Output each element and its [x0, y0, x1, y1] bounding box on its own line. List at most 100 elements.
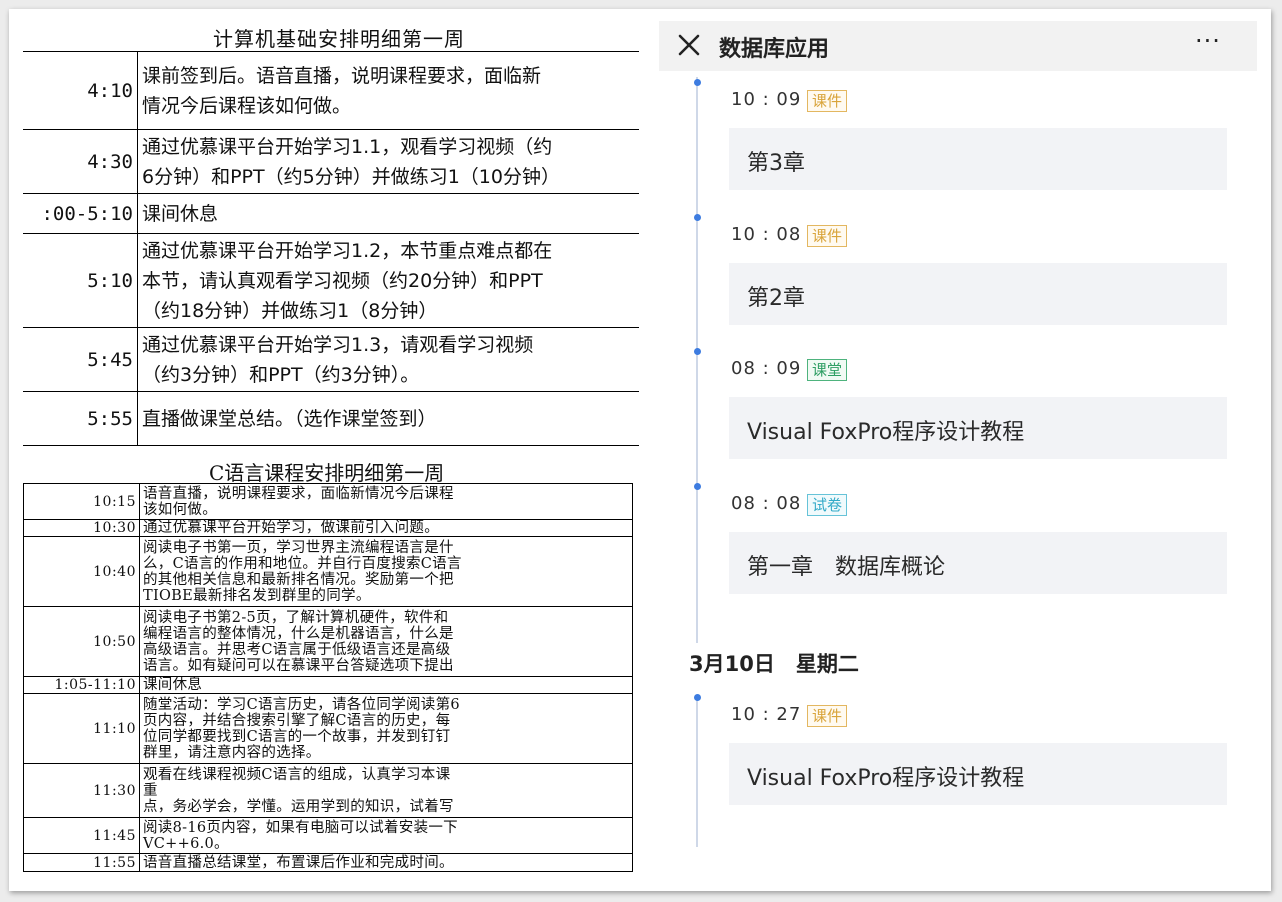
timeline-dot: [694, 79, 701, 86]
type-badge: 课件: [807, 90, 848, 112]
table1-title: 计算机基础安排明细第一周: [213, 27, 465, 51]
description-line: 页内容，并结合搜索引擎了解C语言的历史，每: [143, 712, 451, 729]
table-row: 5:10 通过优慕课平台开始学习1.2，本节重点难点都在 本节，请认真观看学习视频（…: [23, 233, 639, 328]
table-row: 10:50 阅读电子书第2-5页，了解计算机硬件，软件和 编程语言的整体情况，什么是…: [23, 606, 633, 677]
resource-card[interactable]: Visual FoxPro程序设计教程: [729, 743, 1227, 805]
table-row: 5:45 通过优慕课平台开始学习1.3，请观看学习视频 （约3分钟）和PPT（约3分…: [23, 327, 639, 392]
time-cell: 10:50: [23, 606, 140, 677]
time-cell: 11:10: [23, 693, 140, 764]
table-row: 11:45 阅读8-16页内容，如果有电脑可以试着安装一下 VC++6.0。: [23, 817, 633, 854]
description-line: 通过优慕课平台开始学习1.1，观看学习视频（约: [142, 135, 553, 158]
resource-card-label: Visual FoxPro程序设计教程: [747, 766, 1025, 791]
description-line: 语言。如有疑问可以在慕课平台答疑选项下提出: [143, 657, 454, 674]
table-row: 11:55 语音直播总结课堂，布置课后作业和完成时间。: [23, 853, 633, 872]
table-row: 1:05-11:10 课间休息: [23, 676, 633, 694]
resource-card[interactable]: 第3章: [729, 128, 1227, 190]
description-cell: 阅读电子书第一页，学习世界主流编程语言是什 么，C语言的作用和地位。并自行百度搜索…: [139, 536, 633, 607]
table2-title: C语言课程安排明细第一周: [209, 461, 445, 485]
entry-time: 10 : 27: [731, 704, 802, 725]
table-row: 4:10 课前签到后。语音直播，说明课程要求，面临新 情况今后课程该如何做。: [23, 51, 639, 130]
description-line: 阅读电子书第一页，学习世界主流编程语言是什: [143, 539, 454, 556]
description-cell: 观看在线课程视频C语言的组成，认真学习本课重点，务必学会，学懂。运用学到的知识，…: [139, 763, 633, 818]
type-badge: 课件: [807, 225, 848, 247]
time-cell: 11:55: [23, 853, 140, 872]
description-line: 位同学都要找到C语言的一个故事，并发到钉钉: [143, 728, 451, 745]
entry-time: 08 : 08: [731, 493, 802, 514]
description-line: 本节，请认真观看学习视频（约20分钟）和PPT: [142, 269, 543, 292]
description-line: 编程语言的整体情况，什么是机器语言，什么是: [143, 625, 454, 642]
table-row: 11:30 观看在线课程视频C语言的组成，认真学习本课重点，务必学会，学懂。运用学…: [23, 763, 633, 818]
description-cell: 随堂活动：学习C语言历史，请各位同学阅读第6 页内容，并结合搜索引擎了解C语言的历…: [139, 693, 633, 764]
table-row: 10:15 语音直播，说明课程要求，面临新情况今后课程 该如何做。: [23, 483, 633, 520]
entry-time: 10 : 08: [731, 224, 802, 245]
description-line: 该如何做。: [143, 501, 217, 518]
description-line: 语音直播，说明课程要求，面临新情况今后课程: [143, 485, 454, 502]
description-line: 高级语言。并思考C语言属于低级语言还是高级: [143, 641, 451, 658]
description-cell: 阅读8-16页内容，如果有电脑可以试着安装一下 VC++6.0。: [139, 817, 633, 854]
time-cell: 1:05-11:10: [23, 676, 140, 694]
table-row: 10:30 通过优慕课平台开始学习，做课前引入问题。: [23, 519, 633, 537]
description-line: VC++6.0。: [143, 835, 229, 852]
time-cell: 11:30: [23, 763, 140, 818]
description-line: 通过优慕课平台开始学习，做课前引入问题。: [143, 520, 439, 536]
description-line: 重: [143, 782, 158, 799]
description-cell: 课前签到后。语音直播，说明课程要求，面临新 情况今后课程该如何做。: [137, 51, 639, 130]
description-line: 直播做课堂总结。（选作课堂签到）: [142, 407, 437, 430]
description-cell: 语音直播总结课堂，布置课后作业和完成时间。: [139, 853, 633, 872]
entry-time: 10 : 09: [731, 89, 802, 110]
time-cell: :00-5:10: [23, 193, 138, 234]
description-line: （约18分钟）并做练习1（8分钟）: [142, 299, 438, 322]
description-line: 课间休息: [143, 677, 203, 693]
table-row: 11:10 随堂活动：学习C语言历史，请各位同学阅读第6 页内容，并结合搜索引擎了解…: [23, 693, 633, 764]
time-cell: 11:45: [23, 817, 140, 854]
time-cell: 10:40: [23, 536, 140, 607]
timeline-dot: [694, 694, 701, 701]
description-line: 通过优慕课平台开始学习1.3，请观看学习视频: [142, 333, 534, 356]
description-cell: 通过优慕课平台开始学习1.3，请观看学习视频 （约3分钟）和PPT（约3分钟）。: [137, 327, 639, 392]
resource-card[interactable]: 第2章: [729, 263, 1227, 325]
table-row: :00-5:10 课间休息: [23, 193, 639, 234]
time-cell: 10:15: [23, 483, 140, 520]
description-line: 随堂活动：学习C语言历史，请各位同学阅读第6: [143, 696, 460, 713]
table-row: 4:30 通过优慕课平台开始学习1.1，观看学习视频（约 6分钟）和PPT（约5分钟…: [23, 129, 639, 194]
description-line: 么，C语言的作用和地位。并自行百度搜索C语言: [143, 555, 462, 572]
description-line: 语音直播总结课堂，布置课后作业和完成时间。: [143, 854, 454, 871]
timeline-dot: [694, 214, 701, 221]
date-header: 3月10日 星期二: [689, 652, 859, 676]
description-cell: 阅读电子书第2-5页，了解计算机硬件，软件和 编程语言的整体情况，什么是机器语言，…: [139, 606, 633, 677]
description-line: 的其他相关信息和最新排名情况。奖励第一个把: [143, 571, 454, 588]
time-cell: 10:30: [23, 519, 140, 537]
top-bar: 数据库应用 ···: [659, 21, 1257, 71]
description-line: 情况今后课程该如何做。: [142, 94, 352, 117]
description-line: TIOBE最新排名发到群里的同学。: [143, 587, 371, 604]
description-line: 观看在线课程视频C语言的组成，认真学习本课: [143, 766, 451, 783]
timeline-dot: [694, 348, 701, 355]
timeline-line: [696, 697, 698, 847]
more-icon[interactable]: ···: [1195, 27, 1221, 55]
page-title: 数据库应用: [719, 37, 830, 62]
description-line: （约3分钟）和PPT（约3分钟）。: [142, 363, 420, 386]
time-cell: 4:30: [23, 129, 138, 194]
description-cell: 课间休息: [139, 676, 633, 694]
time-cell: 5:55: [23, 391, 138, 446]
screenshot-frame: 计算机基础安排明细第一周 4:10 课前签到后。语音直播，说明课程要求，面临新 情况…: [9, 9, 1271, 891]
description-cell: 通过优慕课平台开始学习1.2，本节重点难点都在 本节，请认真观看学习视频（约20分…: [137, 233, 639, 328]
description-line: 通过优慕课平台开始学习1.2，本节重点难点都在: [142, 239, 553, 262]
description-cell: 通过优慕课平台开始学习1.1，观看学习视频（约 6分钟）和PPT（约5分钟）并做练…: [137, 129, 639, 194]
resource-card-label: 第3章: [747, 151, 805, 176]
time-cell: 4:10: [23, 51, 138, 130]
resource-card[interactable]: Visual FoxPro程序设计教程: [729, 397, 1227, 459]
timeline-line: [696, 77, 698, 643]
type-badge: 试卷: [807, 494, 848, 516]
description-cell: 课间休息: [137, 193, 639, 234]
description-line: 课间休息: [142, 202, 219, 225]
description-line: 群里，请注意内容的选择。: [143, 744, 321, 761]
close-icon[interactable]: [675, 31, 703, 59]
resource-card[interactable]: 第一章 数据库概论: [729, 532, 1227, 594]
table-row: 5:55 直播做课堂总结。（选作课堂签到）: [23, 391, 639, 446]
description-line: 点，务必学会，学懂。运用学到的知识，试着写: [143, 798, 454, 815]
resource-card-label: Visual FoxPro程序设计教程: [747, 420, 1025, 445]
time-cell: 5:45: [23, 327, 138, 392]
type-badge: 课件: [807, 705, 848, 727]
entry-time: 08 : 09: [731, 358, 802, 379]
